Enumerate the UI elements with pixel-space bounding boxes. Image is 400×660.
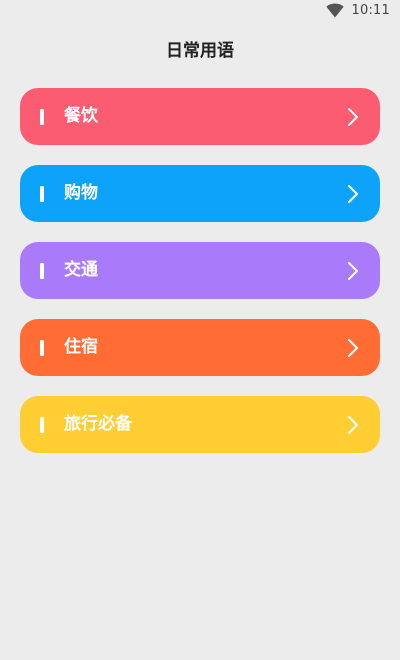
- status-indicators: 10:11: [325, 3, 390, 18]
- category-item-shopping[interactable]: 购物: [20, 165, 380, 222]
- category-item-lodging[interactable]: 住宿: [20, 319, 380, 376]
- chevron-right-icon: [348, 108, 358, 126]
- chevron-right-icon: [348, 185, 358, 203]
- chevron-right-icon: [348, 262, 358, 280]
- chevron-right-icon: [348, 339, 358, 357]
- wifi-icon: [325, 3, 344, 18]
- category-item-dining[interactable]: 餐饮: [20, 88, 380, 145]
- category-label: 住宿: [64, 337, 98, 357]
- category-item-travel-essentials[interactable]: 旅行必备: [20, 396, 380, 453]
- page-title: 日常用语: [166, 41, 234, 61]
- accent-bar: [40, 109, 44, 125]
- chevron-right-icon: [348, 416, 358, 434]
- status-time: 10:11: [351, 3, 390, 18]
- category-label: 旅行必备: [64, 414, 132, 434]
- status-bar: 10:11: [0, 0, 400, 24]
- accent-bar: [40, 417, 44, 433]
- category-label: 餐饮: [64, 106, 98, 126]
- category-label: 购物: [64, 183, 98, 203]
- accent-bar: [40, 186, 44, 202]
- category-label: 交通: [64, 260, 98, 280]
- category-item-transport[interactable]: 交通: [20, 242, 380, 299]
- accent-bar: [40, 263, 44, 279]
- accent-bar: [40, 340, 44, 356]
- category-list: 餐饮 购物 交通 住宿 旅行必备: [20, 88, 380, 473]
